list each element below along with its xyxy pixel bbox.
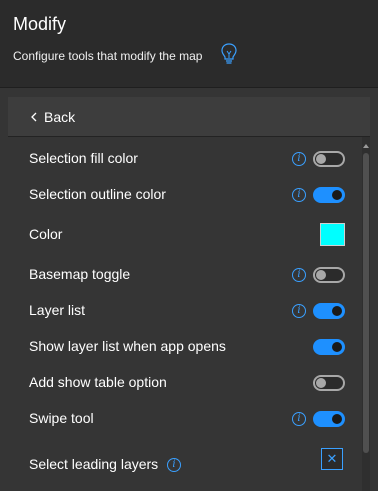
toggle-knob <box>316 154 326 164</box>
setting-label: Basemap toggle <box>29 266 131 282</box>
chevron-left-icon <box>31 112 37 122</box>
select-layers-button[interactable]: ✕ <box>321 448 343 470</box>
setting-row-selection-fill-color: Selection fill color i <box>8 143 360 175</box>
setting-label: Select leading layers <box>29 456 159 472</box>
setting-row-swipe-tool: Swipe tool i <box>8 403 360 435</box>
toggle-knob <box>332 414 342 424</box>
setting-row-show-layer-list: Show layer list when app opens <box>8 331 360 363</box>
layer-list-toggle[interactable] <box>313 303 345 319</box>
swipe-tool-toggle[interactable] <box>313 411 345 427</box>
setting-label: Swipe tool <box>29 410 94 426</box>
setting-label: Layer list <box>29 302 86 318</box>
setting-label: Add show table option <box>29 374 167 390</box>
setting-label: Color <box>29 226 63 242</box>
panel-header: Modify Configure tools that modify the m… <box>0 0 378 88</box>
info-icon[interactable]: i <box>292 304 306 318</box>
setting-row-basemap-toggle: Basemap toggle i <box>8 259 360 291</box>
info-icon[interactable]: i <box>292 188 306 202</box>
page-subtitle: Configure tools that modify the map <box>13 49 203 63</box>
color-swatch[interactable] <box>320 223 345 246</box>
scroll-up-arrow-icon[interactable] <box>362 143 370 149</box>
show-layer-list-toggle[interactable] <box>313 339 345 355</box>
info-icon[interactable]: i <box>292 152 306 166</box>
info-icon[interactable]: i <box>167 458 181 472</box>
setting-label: Show layer list when app opens <box>29 338 226 354</box>
back-label: Back <box>44 109 76 125</box>
info-icon[interactable]: i <box>292 412 306 426</box>
page-title: Modify <box>13 14 67 34</box>
toggle-knob <box>332 190 342 200</box>
info-icon[interactable]: i <box>292 268 306 282</box>
setting-row-selection-outline-color: Selection outline color i <box>8 179 360 211</box>
lightbulb-icon[interactable] <box>220 42 238 66</box>
setting-row-layer-list: Layer list i <box>8 295 360 327</box>
setting-label: Selection fill color <box>29 150 138 166</box>
basemap-toggle-switch[interactable] <box>313 267 345 283</box>
toggle-knob <box>316 378 326 388</box>
scrollbar-thumb[interactable] <box>363 153 369 453</box>
selection-fill-color-toggle[interactable] <box>313 151 345 167</box>
back-button[interactable]: Back <box>8 97 370 137</box>
show-table-toggle[interactable] <box>313 375 345 391</box>
toggle-knob <box>332 342 342 352</box>
toggle-knob <box>332 306 342 316</box>
toggle-knob <box>316 270 326 280</box>
scrollbar[interactable] <box>362 137 370 491</box>
setting-row-select-leading-layers: Select leading layers i ✕ <box>8 448 360 481</box>
settings-list: Selection fill color i Selection outline… <box>8 137 370 491</box>
setting-row-show-table: Add show table option <box>8 367 360 399</box>
selection-outline-color-toggle[interactable] <box>313 187 345 203</box>
setting-label: Selection outline color <box>29 186 166 202</box>
setting-row-color: Color <box>8 219 360 251</box>
settings-panel: Back Selection fill color i Selection ou… <box>8 97 370 491</box>
